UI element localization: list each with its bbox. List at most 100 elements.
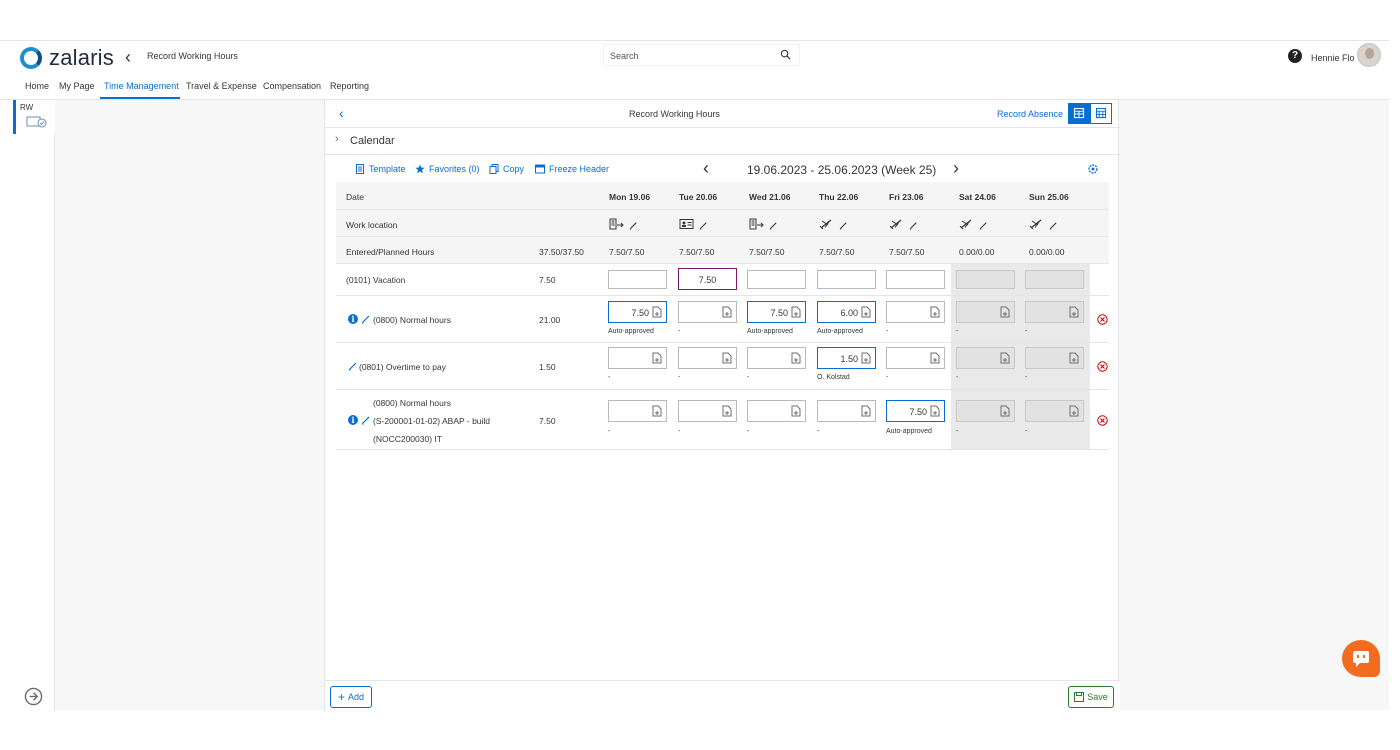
nav-my-page[interactable]: My Page	[59, 81, 95, 91]
template-button[interactable]: Template	[355, 164, 406, 174]
hours-input-disabled	[1025, 347, 1084, 369]
hours-input[interactable]: 7.50	[608, 301, 667, 323]
hours-input[interactable]	[678, 301, 737, 323]
edit-pencil-icon[interactable]	[975, 217, 988, 235]
row-label-line1: (0800) Normal hours	[373, 398, 451, 408]
edit-pencil-icon[interactable]	[765, 217, 778, 235]
hours-input[interactable]: 7.50	[678, 268, 737, 290]
edit-pencil-icon[interactable]	[835, 217, 848, 235]
edit-pencil-icon[interactable]	[905, 217, 918, 235]
left-rail: RW	[0, 100, 55, 711]
hours-input[interactable]	[608, 270, 667, 289]
hours-input[interactable]	[678, 347, 737, 369]
hours-input[interactable]	[608, 400, 667, 422]
chat-button[interactable]	[1342, 640, 1380, 677]
delete-row-icon[interactable]	[1097, 361, 1108, 372]
edit-pencil-icon[interactable]	[1045, 217, 1058, 235]
edit-pencil-icon[interactable]	[348, 361, 358, 371]
add-note-icon[interactable]	[861, 405, 871, 417]
search-icon[interactable]	[780, 49, 791, 60]
add-note-icon[interactable]	[652, 352, 662, 364]
add-note-icon[interactable]	[652, 405, 662, 417]
add-note-icon[interactable]	[791, 306, 801, 318]
hours-input[interactable]: 7.50	[747, 301, 806, 323]
id-card-icon	[679, 217, 695, 235]
hours-input[interactable]	[886, 347, 945, 369]
work-location-cell[interactable]	[819, 217, 848, 235]
hours-input[interactable]	[678, 400, 737, 422]
add-note-icon[interactable]	[791, 405, 801, 417]
avatar[interactable]	[1357, 43, 1381, 67]
edit-pencil-icon[interactable]	[361, 415, 371, 425]
info-icon[interactable]: i	[348, 314, 358, 324]
back-chevron-icon[interactable]: ‹	[125, 47, 131, 68]
add-note-icon[interactable]	[652, 306, 662, 318]
delete-row-icon[interactable]	[1097, 314, 1108, 325]
add-note-icon[interactable]	[722, 306, 732, 318]
edit-pencil-icon[interactable]	[625, 217, 638, 235]
panel-back-icon[interactable]: ‹	[339, 105, 344, 121]
add-button[interactable]: + Add	[330, 686, 372, 708]
day-header: Wed 21.06	[749, 192, 790, 202]
month-view-button[interactable]	[1090, 103, 1112, 124]
settings-icon[interactable]	[1087, 163, 1099, 175]
row-total: 1.50	[539, 362, 556, 372]
hours-input[interactable]: 7.50	[886, 400, 945, 422]
rail-tile-rw[interactable]: RW	[13, 100, 55, 134]
approval-status: -	[817, 428, 819, 435]
nav-home[interactable]: Home	[25, 81, 49, 91]
hours-input[interactable]: 6.00	[817, 301, 876, 323]
edit-pencil-icon[interactable]	[361, 314, 371, 324]
record-absence-link[interactable]: Record Absence	[997, 109, 1063, 119]
hours-input[interactable]	[817, 400, 876, 422]
nav-reporting[interactable]: Reporting	[330, 81, 369, 91]
chevron-right-icon[interactable]: ›	[335, 133, 339, 145]
copy-button[interactable]: Copy	[489, 164, 524, 174]
date-label: Date	[346, 192, 364, 202]
table-toolbar: Template Favorites (0) Copy Freeze Heade…	[325, 155, 1120, 182]
hours-input[interactable]	[608, 347, 667, 369]
user-name[interactable]: Hennie Flo	[1311, 53, 1355, 63]
top-navigation: Home My Page Time Management Travel & Ex…	[0, 73, 1389, 100]
hours-input[interactable]	[747, 400, 806, 422]
planned-hours: 7.50/7.50	[749, 247, 784, 257]
work-location-cell[interactable]	[749, 217, 778, 235]
edit-pencil-icon[interactable]	[695, 217, 708, 235]
add-note-icon[interactable]	[930, 352, 940, 364]
nav-time-management[interactable]: Time Management	[104, 81, 179, 91]
add-note-icon[interactable]	[861, 306, 871, 318]
calendar-section[interactable]: › Calendar	[325, 128, 1120, 155]
hours-input[interactable]	[747, 347, 806, 369]
search-field[interactable]: Search	[603, 44, 800, 66]
add-note-icon[interactable]	[861, 352, 871, 364]
hours-input[interactable]	[886, 270, 945, 289]
nav-compensation[interactable]: Compensation	[263, 81, 321, 91]
zalaris-logo[interactable]: zalaris	[20, 45, 114, 71]
week-view-button[interactable]	[1068, 103, 1090, 124]
work-location-cell[interactable]	[679, 217, 708, 235]
add-note-icon[interactable]	[722, 405, 732, 417]
hours-input[interactable]	[747, 270, 806, 289]
add-note-icon[interactable]	[791, 352, 801, 364]
hours-input[interactable]	[886, 301, 945, 323]
freeze-header-button[interactable]: Freeze Header	[535, 164, 609, 174]
favorites-button[interactable]: Favorites (0)	[415, 164, 480, 174]
add-note-icon[interactable]	[930, 306, 940, 318]
work-location-cell[interactable]	[609, 217, 638, 235]
delete-row-icon[interactable]	[1097, 415, 1108, 426]
add-note-icon[interactable]	[722, 352, 732, 364]
save-button[interactable]: Save	[1068, 686, 1114, 708]
work-location-cell[interactable]	[889, 217, 918, 235]
help-icon[interactable]: ?	[1288, 49, 1302, 63]
work-location-cell[interactable]	[1029, 217, 1058, 235]
hours-input[interactable]	[817, 270, 876, 289]
hours-input[interactable]: 1.50	[817, 347, 876, 369]
add-label: Add	[348, 692, 364, 702]
previous-week-icon[interactable]: ‹	[703, 158, 709, 179]
work-location-cell[interactable]	[959, 217, 988, 235]
add-note-icon[interactable]	[930, 405, 940, 417]
nav-travel-expense[interactable]: Travel & Expense	[186, 81, 257, 91]
expand-circle-icon[interactable]	[24, 687, 43, 706]
info-icon[interactable]: i	[348, 415, 358, 425]
next-week-icon[interactable]: ›	[953, 158, 959, 179]
